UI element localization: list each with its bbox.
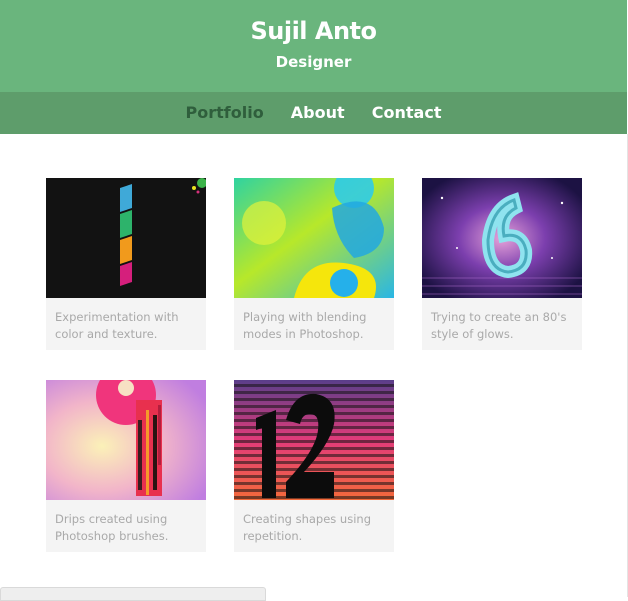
- status-bar: [0, 587, 266, 601]
- portfolio-thumbnail[interactable]: [422, 178, 582, 298]
- nav-about[interactable]: About: [291, 92, 345, 134]
- portfolio-card[interactable]: Trying to create an 80's style of glows.: [422, 178, 582, 350]
- site-title: Sujil Anto: [250, 17, 377, 45]
- site-subtitle: Designer: [275, 53, 352, 71]
- main-nav: Portfolio About Contact: [0, 92, 627, 134]
- nav-portfolio[interactable]: Portfolio: [186, 92, 264, 134]
- portfolio-card[interactable]: Drips created using Photoshop brushes.: [46, 380, 206, 552]
- portfolio-caption: Creating shapes using repetition.: [234, 500, 394, 552]
- site-header: Sujil Anto Designer: [0, 0, 627, 92]
- portfolio-card[interactable]: Experimentation with color and texture.: [46, 178, 206, 350]
- portfolio-caption: Trying to create an 80's style of glows.: [422, 298, 582, 350]
- portfolio-caption: Playing with blending modes in Photoshop…: [234, 298, 394, 350]
- portfolio-thumbnail[interactable]: [46, 178, 206, 298]
- portfolio-caption: Drips created using Photoshop brushes.: [46, 500, 206, 552]
- portfolio-thumbnail[interactable]: [234, 178, 394, 298]
- portfolio-card[interactable]: Playing with blending modes in Photoshop…: [234, 178, 394, 350]
- portfolio-thumbnail[interactable]: [46, 380, 206, 500]
- portfolio-thumbnail[interactable]: [234, 380, 394, 500]
- portfolio-card[interactable]: Creating shapes using repetition.: [234, 380, 394, 552]
- portfolio-caption: Experimentation with color and texture.: [46, 298, 206, 350]
- nav-contact[interactable]: Contact: [372, 92, 442, 134]
